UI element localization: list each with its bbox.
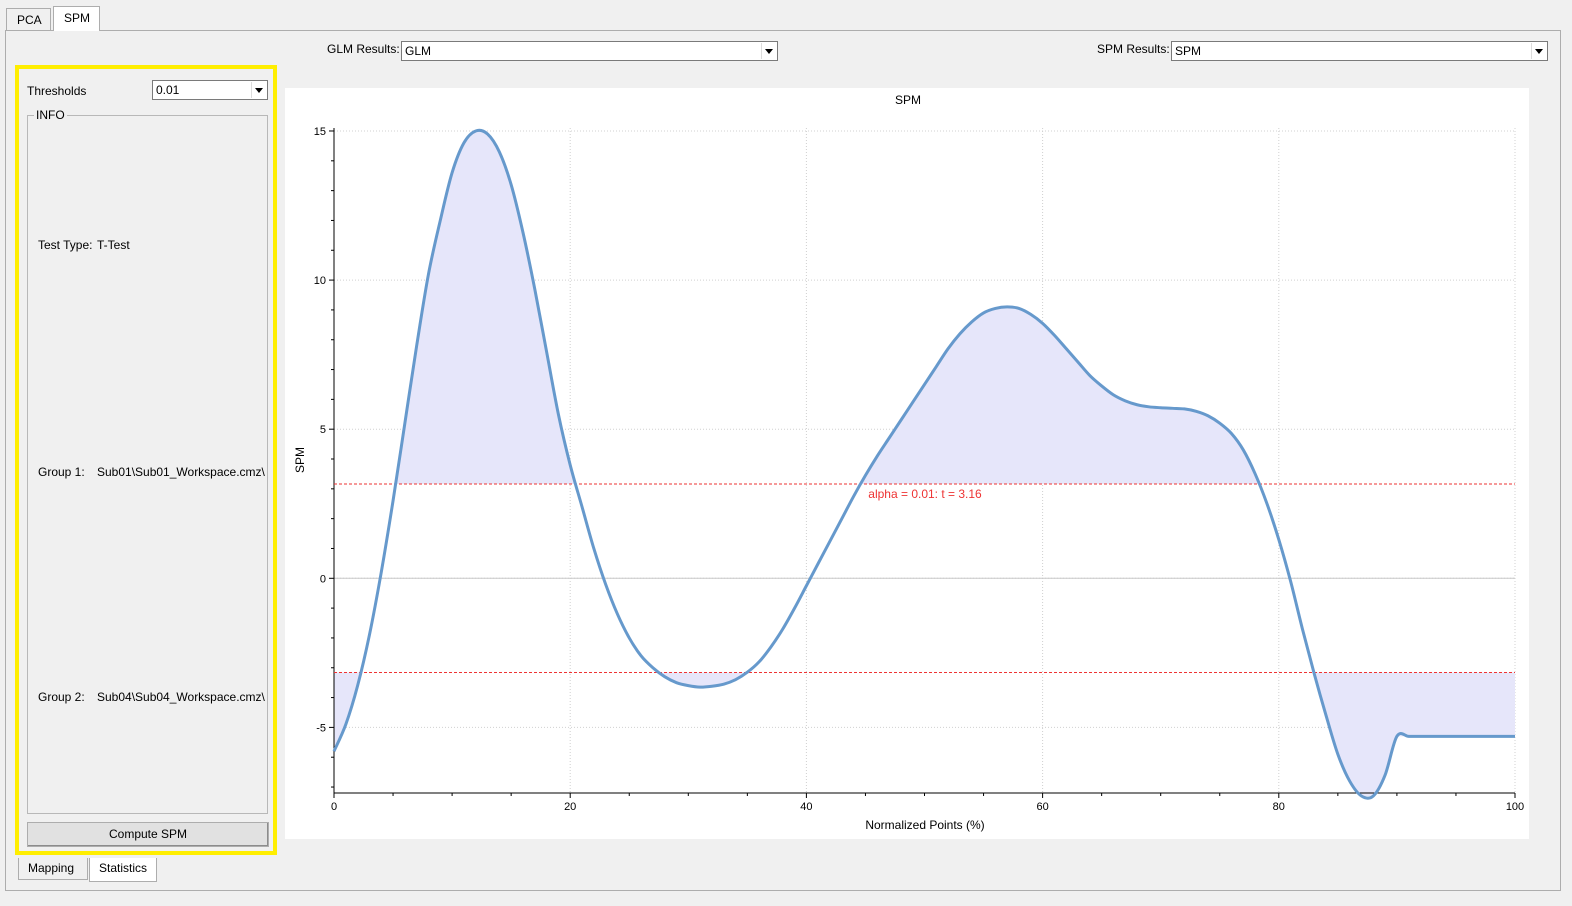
info-groupbox-title: INFO [34, 108, 67, 122]
chevron-down-icon[interactable] [1531, 43, 1546, 59]
significance-region [860, 306, 1259, 485]
chevron-down-icon[interactable] [761, 43, 776, 59]
tab-pca[interactable]: PCA [6, 8, 51, 30]
x-tick-label: 100 [1506, 801, 1524, 813]
x-tick-label: 20 [564, 801, 576, 813]
chart-title: SPM [895, 93, 921, 107]
thresholds-combo[interactable]: 0.01 [152, 80, 268, 100]
test-type-label: Test Type: [38, 238, 93, 252]
y-tick-label: 5 [320, 424, 326, 436]
spm-results-label: SPM Results: [1097, 42, 1170, 56]
y-axis-label: SPM [293, 447, 307, 473]
significance-fill [334, 130, 1515, 796]
group1-value: Sub01\Sub01_Workspace.cmz\ [97, 465, 265, 479]
tab-mapping[interactable]: Mapping [18, 858, 88, 880]
group2-label: Group 2: [38, 690, 85, 704]
thresholds-label: Thresholds [27, 84, 87, 98]
x-tick-label: 40 [800, 801, 812, 813]
chevron-down-icon[interactable] [251, 82, 266, 98]
spm-results-value: SPM [1175, 44, 1202, 58]
glm-results-label: GLM Results: [327, 42, 400, 56]
x-tick-label: 0 [331, 801, 337, 813]
thresholds-value: 0.01 [156, 83, 180, 97]
group1-label: Group 1: [38, 465, 85, 479]
spm-chart: SPM Normalized Points (%) SPM 0 20 40 60 80 1… [293, 93, 1524, 832]
y-tick-label: 10 [314, 275, 326, 287]
y-tick-label: -5 [316, 722, 326, 734]
x-tick-label: 80 [1273, 801, 1285, 813]
spm-plot-area: SPM Normalized Points (%) SPM 0 20 40 60 80 1… [285, 88, 1529, 839]
x-tick-label: 60 [1036, 801, 1048, 813]
glm-results-combo[interactable]: GLM [401, 41, 778, 61]
group2-value: Sub04\Sub04_Workspace.cmz\ [97, 690, 265, 704]
test-type-value: T-Test [97, 238, 130, 252]
significance-region [1314, 672, 1515, 796]
threshold-label: alpha = 0.01: t = 3.16 [868, 487, 982, 501]
tab-spm[interactable]: SPM [53, 6, 100, 31]
compute-spm-button[interactable]: Compute SPM [27, 822, 269, 847]
y-tick-label: 0 [320, 573, 326, 585]
x-axis-label: Normalized Points (%) [865, 818, 984, 832]
y-tick-label: 15 [314, 126, 326, 138]
glm-results-value: GLM [405, 44, 432, 58]
spm-results-combo[interactable]: SPM [1171, 41, 1548, 61]
tab-statistics[interactable]: Statistics [89, 858, 157, 882]
